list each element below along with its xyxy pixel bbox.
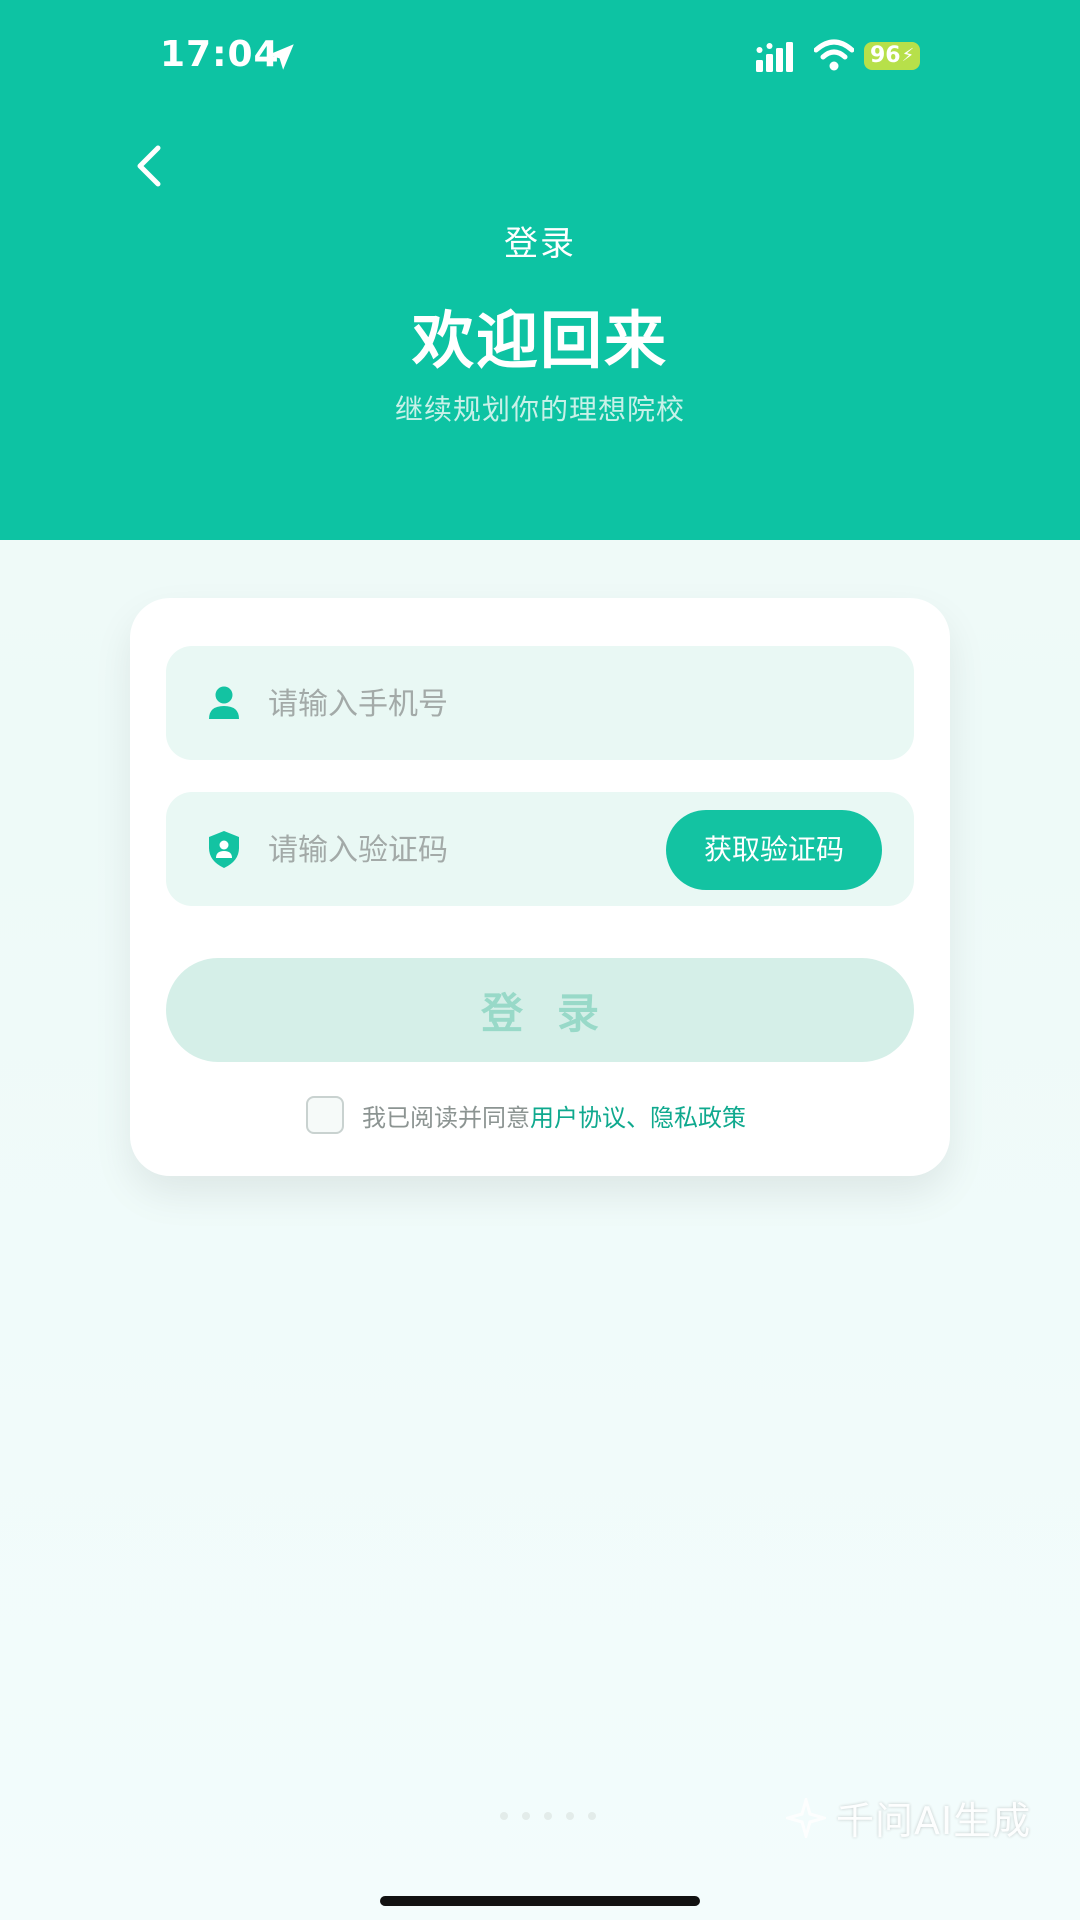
user-icon [209,686,239,719]
welcome-title: 欢迎回来 [411,304,668,377]
phone-input[interactable] [266,646,670,762]
privacy-policy-link[interactable]: 隐私政策 [650,1098,746,1133]
header: 17:04 96 ⚡ 登录 欢迎回来 继续规划你的理想院校 [0,0,1080,540]
wifi-icon [814,39,854,71]
agreement-separator: 、 [626,1103,650,1132]
code-input[interactable] [266,792,670,908]
charging-bolt-icon: ⚡ [901,45,915,66]
watermark: 千问AI生成 [786,1790,1031,1845]
location-arrow-icon [268,44,294,70]
page-dot [544,1812,552,1820]
user-agreement-link[interactable]: 用户协议 [530,1098,626,1133]
page-dot [588,1812,596,1820]
page-dot [566,1812,574,1820]
home-indicator [380,1896,700,1906]
page-indicator [500,1812,596,1820]
agreement-prefix: 我已阅读并同意 [362,1103,530,1132]
watermark-text: 千问AI生成 [836,1799,1032,1843]
login-button[interactable]: 登录 [166,958,914,1062]
phone-field [166,646,914,762]
chevron-left-icon [137,145,161,187]
battery-indicator: 96 ⚡ [864,42,921,70]
ai-star-icon [786,1797,826,1838]
nav-title: 登录 [504,224,576,264]
signal-icon [756,42,793,72]
back-button[interactable] [118,134,182,198]
login-card: 获取验证码 登录 我已阅读并同意 用户协议 、 隐私政策 [130,598,950,1176]
agree-checkbox[interactable] [306,1096,344,1134]
get-code-button[interactable]: 获取验证码 [666,810,882,890]
code-field: 获取验证码 [166,792,914,908]
status-time: 17:04 [160,34,280,75]
page-dot [522,1812,530,1820]
shield-user-icon [209,831,239,868]
battery-level: 96 [870,43,901,68]
status-bar: 17:04 96 ⚡ [0,0,1080,112]
agreement: 我已阅读并同意 用户协议 、 隐私政策 [306,1094,746,1136]
subtitle: 继续规划你的理想院校 [394,393,685,426]
page-dot [500,1812,508,1820]
